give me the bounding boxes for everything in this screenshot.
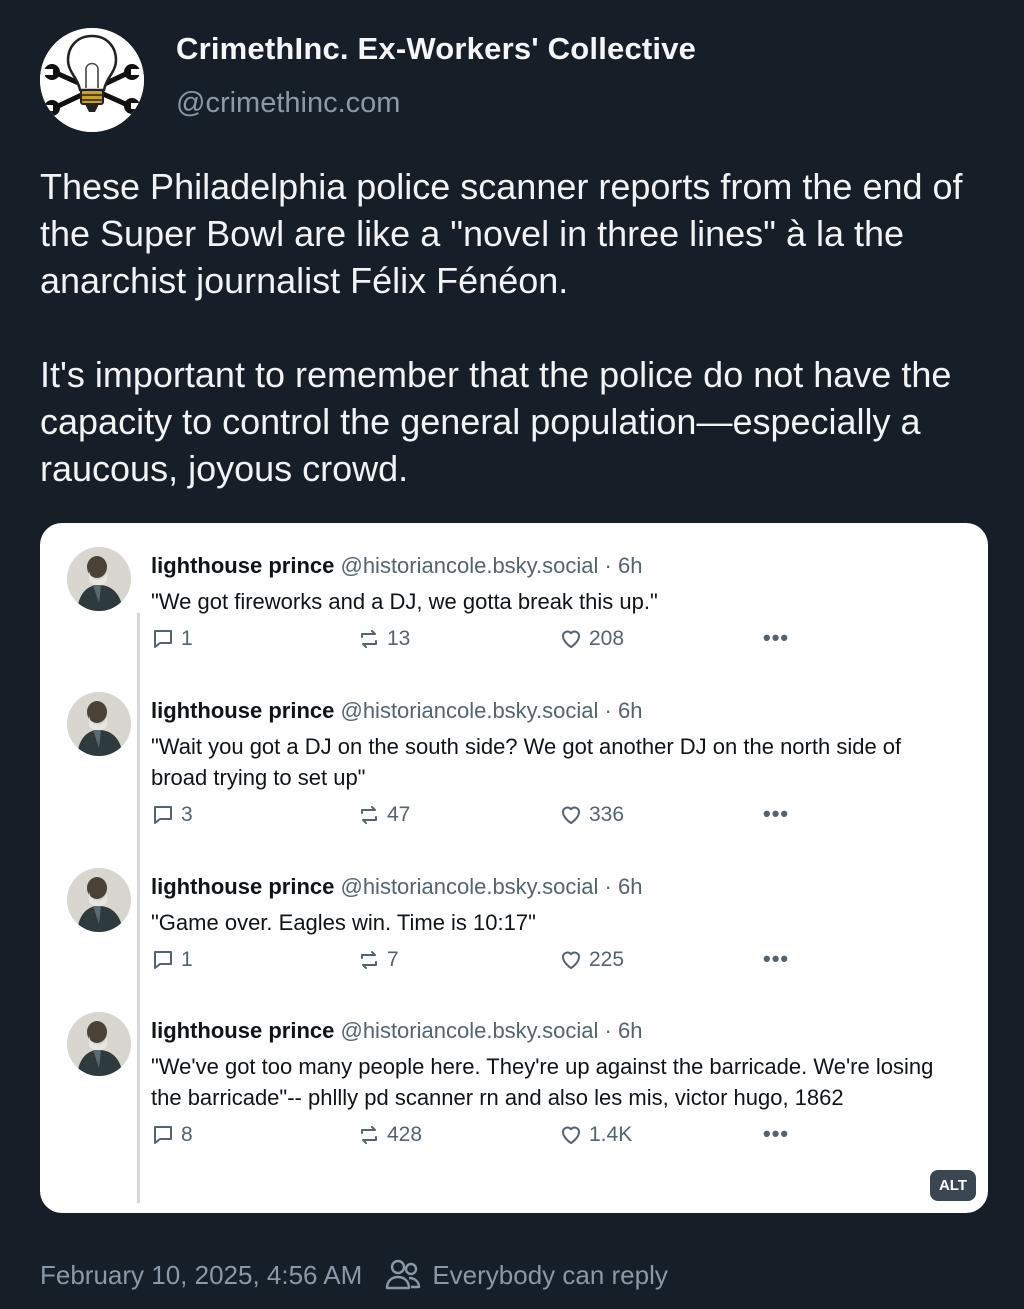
author-handle[interactable]: @crimethinc.com xyxy=(176,87,696,120)
like-count: 336 xyxy=(589,803,625,826)
heart-icon xyxy=(562,1126,580,1144)
tweet-actions: 8 428 1.4K ••• xyxy=(151,1121,951,1151)
alt-text-button[interactable]: ALT xyxy=(929,1170,976,1201)
author-avatar[interactable] xyxy=(40,28,144,132)
tweet-header: lighthouse prince @historiancole.bsky.so… xyxy=(151,1018,951,1044)
like-count: 1.4K xyxy=(589,1123,633,1146)
repost-count: 47 xyxy=(387,803,411,826)
more-options-icon: ••• xyxy=(763,625,790,650)
tweet-author-name: lighthouse prince xyxy=(151,698,335,723)
heart-icon xyxy=(562,806,580,824)
reply-action: 8 xyxy=(151,1123,193,1147)
portrait-avatar-icon xyxy=(67,868,131,932)
post-footer: February 10, 2025, 4:56 AM Everybody can… xyxy=(40,1256,668,1294)
more-options-icon: ••• xyxy=(763,946,790,971)
tweet-text: "We got fireworks and a DJ, we gotta bre… xyxy=(151,589,658,614)
more-options-icon: ••• xyxy=(763,1121,790,1146)
tweet-author-name: lighthouse prince xyxy=(151,874,335,899)
reply-count: 3 xyxy=(181,803,193,826)
reply-count: 8 xyxy=(181,1123,193,1146)
repost-action: 13 xyxy=(357,627,410,651)
tweet-body: lighthouse prince @historiancole.bsky.so… xyxy=(151,553,951,655)
tweet-actions: 1 7 225 ••• xyxy=(151,946,951,976)
like-action: 208 xyxy=(559,627,624,651)
lightbulb-wrench-logo-icon xyxy=(40,28,144,132)
heart-icon xyxy=(562,951,580,969)
tweet-actions: 3 47 336 ••• xyxy=(151,801,951,831)
reply-setting[interactable]: Everybody can reply xyxy=(384,1256,668,1294)
repost-count: 428 xyxy=(387,1123,423,1146)
tweet-text: "Wait you got a DJ on the south side? We… xyxy=(151,734,902,790)
reply-icon xyxy=(154,1126,172,1144)
tweet-handle-time: @historiancole.bsky.social · 6h xyxy=(340,874,643,899)
tweet-text: "Game over. Eagles win. Time is 10:17" xyxy=(151,910,536,935)
repost-action: 47 xyxy=(357,803,410,827)
repost-icon xyxy=(361,806,377,824)
embedded-image[interactable]: lighthouse prince @historiancole.bsky.so… xyxy=(40,523,988,1213)
tweet-actions: 1 13 208 ••• xyxy=(151,625,951,655)
repost-count: 13 xyxy=(387,627,411,650)
repost-icon xyxy=(361,1126,377,1144)
reply-action: 1 xyxy=(151,627,193,651)
like-count: 208 xyxy=(589,627,625,650)
tweet-avatar xyxy=(67,547,131,611)
post-paragraph: These Philadelphia police scanner report… xyxy=(40,166,963,301)
reply-icon xyxy=(154,951,172,969)
tweet-handle-time: @historiancole.bsky.social · 6h xyxy=(340,698,643,723)
post-timestamp[interactable]: February 10, 2025, 4:56 AM xyxy=(40,1260,362,1291)
author-info: CrimethInc. Ex-Workers' Collective @crim… xyxy=(176,31,696,120)
thread-line xyxy=(137,613,140,1203)
post-paragraph: It's important to remember that the poli… xyxy=(40,354,952,489)
reply-icon xyxy=(154,806,172,824)
post-header: CrimethInc. Ex-Workers' Collective @crim… xyxy=(40,28,696,132)
post-text: These Philadelphia police scanner report… xyxy=(40,163,990,492)
portrait-avatar-icon xyxy=(67,692,131,756)
like-count: 225 xyxy=(589,948,625,971)
tweet-header: lighthouse prince @historiancole.bsky.so… xyxy=(151,874,951,900)
tweet-avatar xyxy=(67,692,131,756)
portrait-avatar-icon xyxy=(67,1012,131,1076)
like-action: 336 xyxy=(559,803,624,827)
reply-icon xyxy=(154,630,172,648)
repost-icon xyxy=(361,630,377,648)
tweet-handle-time: @historiancole.bsky.social · 6h xyxy=(340,553,643,578)
tweet-author-name: lighthouse prince xyxy=(151,553,335,578)
tweet-author-name: lighthouse prince xyxy=(151,1018,335,1043)
tweet-avatar xyxy=(67,1012,131,1076)
tweet-handle-time: @historiancole.bsky.social · 6h xyxy=(340,1018,643,1043)
reply-action: 3 xyxy=(151,803,193,827)
tweet-body: lighthouse prince @historiancole.bsky.so… xyxy=(151,1018,951,1151)
repost-count: 7 xyxy=(387,948,399,971)
portrait-avatar-icon xyxy=(67,547,131,611)
tweet-header: lighthouse prince @historiancole.bsky.so… xyxy=(151,553,951,579)
author-name[interactable]: CrimethInc. Ex-Workers' Collective xyxy=(176,31,696,67)
like-action: 225 xyxy=(559,948,624,972)
reply-setting-label: Everybody can reply xyxy=(432,1259,668,1290)
reply-count: 1 xyxy=(181,948,193,971)
repost-action: 428 xyxy=(357,1123,422,1147)
heart-icon xyxy=(562,630,580,648)
tweet-avatar xyxy=(67,868,131,932)
tweet-text: "We've got too many people here. They're… xyxy=(151,1054,934,1110)
repost-action: 7 xyxy=(357,948,399,972)
tweet-header: lighthouse prince @historiancole.bsky.so… xyxy=(151,698,951,724)
reply-count: 1 xyxy=(181,627,193,650)
like-action: 1.4K xyxy=(559,1123,632,1147)
reply-action: 1 xyxy=(151,948,193,972)
tweet-body: lighthouse prince @historiancole.bsky.so… xyxy=(151,874,951,976)
repost-icon xyxy=(361,951,377,969)
tweet-body: lighthouse prince @historiancole.bsky.so… xyxy=(151,698,951,831)
people-icon xyxy=(386,1259,421,1290)
more-options-icon: ••• xyxy=(763,801,790,826)
